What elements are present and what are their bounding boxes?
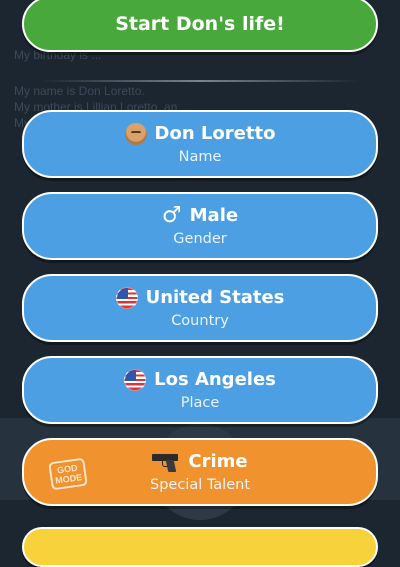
- bottom-option-button[interactable]: [22, 527, 378, 567]
- special-talent-option-button[interactable]: GOD MODE Crime Special Talent: [22, 438, 378, 506]
- special-talent-value: Crime: [188, 450, 248, 472]
- place-value: Los Angeles: [154, 368, 276, 390]
- male-symbol-icon: ♂: [161, 202, 182, 228]
- us-flag-icon: [124, 368, 147, 391]
- gender-caption: Gender: [173, 230, 227, 247]
- special-talent-caption: Special Talent: [149, 476, 251, 493]
- place-caption: Place: [180, 394, 220, 411]
- country-value: United States: [145, 286, 285, 308]
- start-life-button[interactable]: Start Don's life!: [22, 0, 378, 52]
- country-caption: Country: [171, 312, 229, 329]
- name-option-button[interactable]: Don Loretto Name: [22, 110, 378, 178]
- us-flag-icon: [115, 286, 138, 309]
- place-option-button[interactable]: Los Angeles Place: [22, 356, 378, 424]
- god-mode-badge: GOD MODE: [48, 457, 88, 491]
- country-option-button[interactable]: United States Country: [22, 274, 378, 342]
- name-value: Don Loretto: [154, 122, 276, 144]
- background-text-name: My name is Don Loretto.: [14, 84, 145, 98]
- pistol-icon: [152, 452, 180, 472]
- divider: [40, 80, 360, 82]
- name-caption: Name: [178, 148, 222, 165]
- face-icon: [124, 122, 147, 145]
- gender-option-button[interactable]: ♂ Male Gender: [22, 192, 378, 260]
- gender-value: Male: [189, 204, 239, 226]
- start-life-label: Start Don's life!: [115, 13, 285, 35]
